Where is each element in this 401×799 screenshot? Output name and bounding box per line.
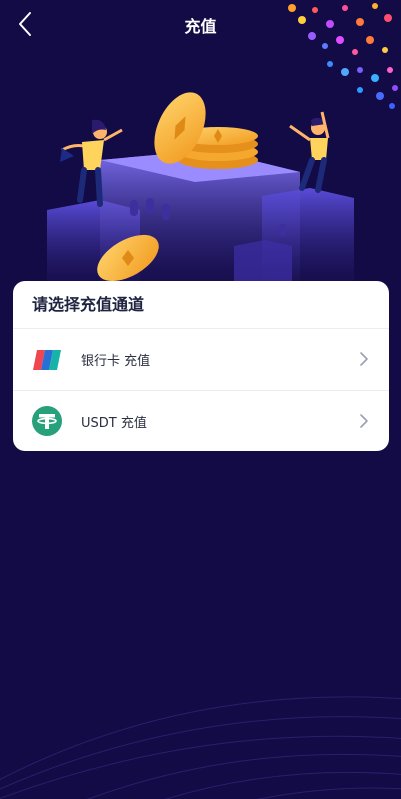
recharge-channel-card: 请选择充值通道 银行卡 充值 USDT 充值 <box>13 281 389 451</box>
page: 充值 请选择充值通道 银行卡 充值 USDT 充值 <box>0 0 401 799</box>
card-title: 请选择充值通道 <box>13 281 389 329</box>
tether-icon <box>31 405 63 437</box>
option-bank-card[interactable]: 银行卡 充值 <box>13 329 389 390</box>
chevron-right-icon <box>360 414 368 428</box>
chevron-right-icon <box>360 352 368 366</box>
option-usdt[interactable]: USDT 充值 <box>13 390 389 451</box>
bank-card-icon <box>31 344 63 376</box>
option-label: 银行卡 充值 <box>81 354 151 369</box>
option-label: USDT 充值 <box>81 415 147 431</box>
page-title: 充值 <box>184 17 217 36</box>
background-arcs <box>0 696 401 799</box>
coin-stack <box>154 92 258 169</box>
header: 充值 <box>0 0 401 48</box>
